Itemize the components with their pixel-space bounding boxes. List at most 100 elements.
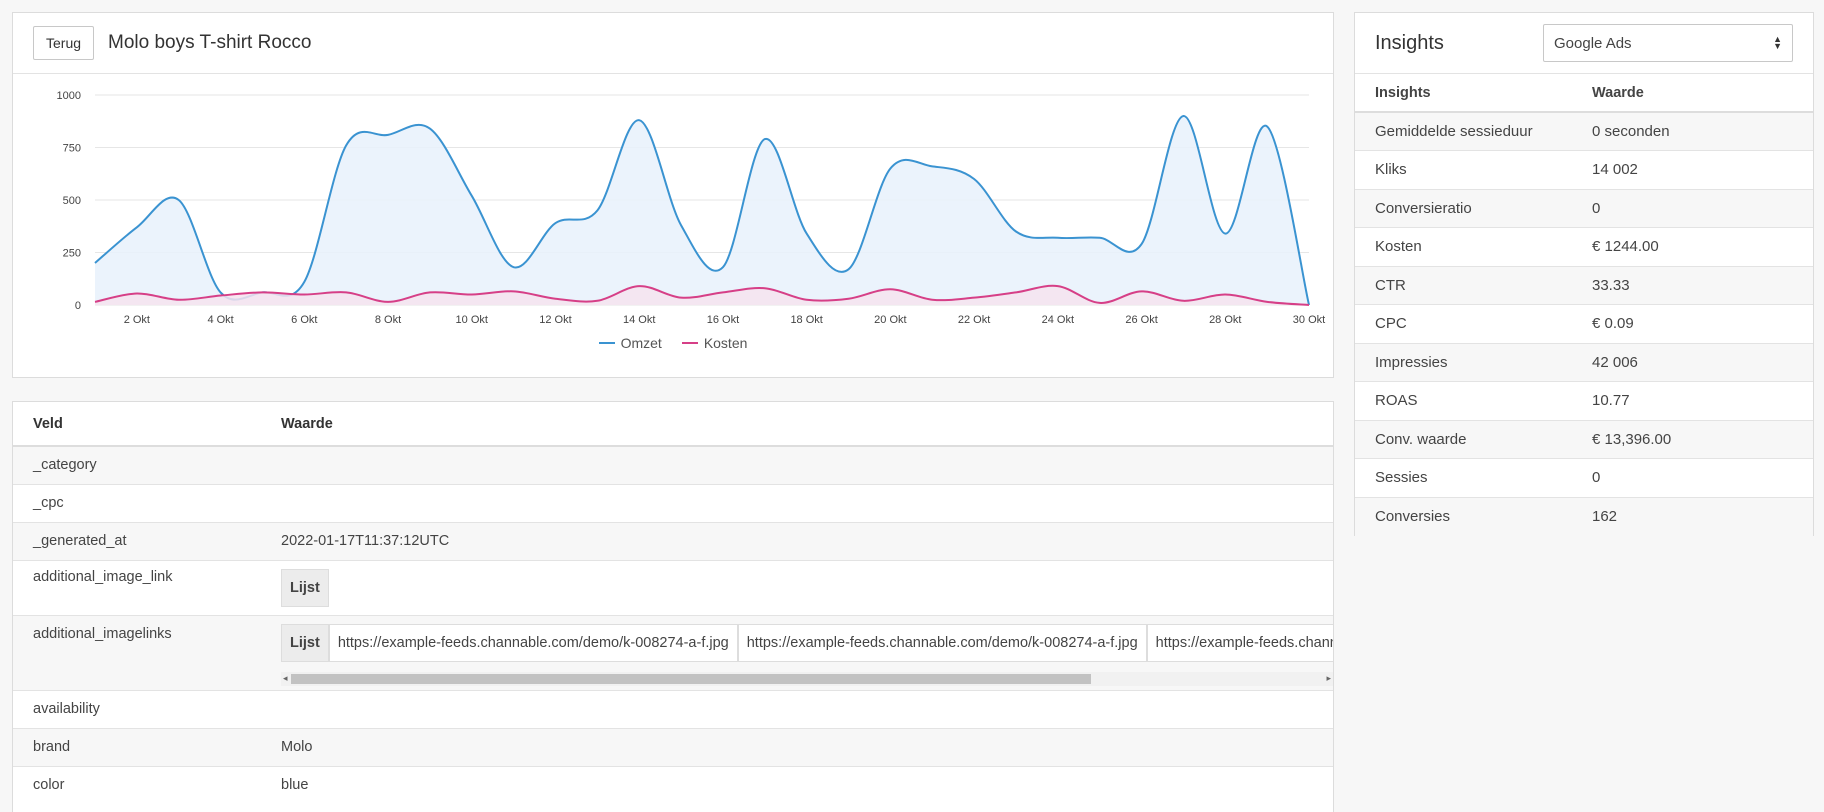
column-header-value: Waarde	[261, 402, 1333, 447]
image-link-cell: https://example-feeds.channable.com/demo…	[1146, 623, 1333, 662]
product-title: Molo boys T-shirt Rocco	[108, 32, 312, 53]
list-label: Lijst	[281, 623, 329, 662]
fields-table: Veld Waarde _category _cpc _generated_at…	[13, 402, 1333, 804]
insight-row: Conversies 162	[1355, 496, 1813, 536]
insights-title: Insights	[1375, 31, 1444, 54]
column-header-field: Veld	[13, 402, 261, 447]
insights-table-header: Insights Waarde	[1355, 74, 1813, 113]
legend-label-omzet: Omzet	[620, 335, 662, 351]
insight-value: 10.77	[1572, 381, 1813, 420]
legend-item-omzet[interactable]: Omzet	[598, 335, 662, 351]
insight-value: € 1244.00	[1572, 227, 1813, 266]
x-tick-label: 30 Okt	[1293, 314, 1325, 325]
field-value: blue	[261, 765, 1333, 804]
insight-value: 0 seconden	[1572, 111, 1813, 151]
field-value: Lijst	[261, 559, 1333, 615]
list-container: Lijst https://example-feeds.channable.co…	[281, 616, 1333, 690]
insight-value: 162	[1572, 496, 1813, 536]
field-name: _category	[13, 445, 261, 484]
y-tick-label: 1000	[57, 90, 81, 102]
insight-value: 0	[1572, 458, 1813, 497]
insight-row: Sessies 0	[1355, 458, 1813, 497]
insight-key: ROAS	[1355, 381, 1572, 420]
insight-value: € 13,396.00	[1572, 419, 1813, 459]
insights-panel: Insights Google Ads ▲ ▼ Insights Waarde G…	[1354, 12, 1814, 536]
list-cells: Lijst	[281, 568, 1313, 607]
y-tick-label: 0	[75, 300, 81, 312]
x-tick-label: 2 Okt	[124, 314, 150, 325]
insights-source-select[interactable]: Google Ads ▲ ▼	[1543, 24, 1793, 62]
insight-value: 0	[1572, 188, 1813, 228]
field-value: Molo	[261, 727, 1333, 766]
insights-table-body: Gemiddelde sessieduur 0 seconden Kliks 14 0…	[1355, 111, 1813, 536]
insight-row: Conv. waarde € 13,396.00	[1355, 419, 1813, 459]
field-value: 2022-01-17T11:37:12UTC	[261, 521, 1333, 560]
x-tick-label: 16 Okt	[707, 314, 739, 325]
x-tick-label: 4 Okt	[207, 314, 233, 325]
insight-value: € 0.09	[1572, 304, 1813, 343]
series-area-omzet	[95, 115, 1309, 305]
insight-row: CTR 33.33	[1355, 265, 1813, 305]
y-tick-label: 250	[63, 248, 81, 260]
table-row: additional_image_link Lijst	[13, 559, 1333, 615]
field-name: brand	[13, 727, 261, 766]
list-cells: Lijst https://example-feeds.channable.co…	[281, 623, 1333, 662]
field-name: color	[13, 765, 261, 804]
legend-label-kosten: Kosten	[703, 335, 748, 351]
table-row: _category	[13, 445, 1333, 484]
insight-key: Kliks	[1355, 150, 1572, 189]
field-value	[261, 445, 1333, 484]
x-tick-label: 12 Okt	[539, 314, 571, 325]
x-tick-label: 26 Okt	[1125, 314, 1157, 325]
table-row: color blue	[13, 765, 1333, 804]
column-header-waarde: Waarde	[1572, 74, 1813, 113]
table-row: _cpc	[13, 483, 1333, 522]
field-value	[261, 689, 1333, 728]
table-row: brand Molo	[13, 727, 1333, 766]
x-tick-label: 22 Okt	[958, 314, 990, 325]
insight-row: Kosten € 1244.00	[1355, 227, 1813, 266]
insight-value: 14 002	[1572, 150, 1813, 189]
y-tick-label: 500	[63, 195, 81, 207]
insight-key: Kosten	[1355, 227, 1572, 266]
table-row: availability	[13, 689, 1333, 728]
back-button[interactable]: Terug	[33, 26, 95, 60]
scroll-left-icon[interactable]: ◂	[283, 673, 288, 684]
image-link-cell: https://example-feeds.channable.com/demo…	[328, 623, 738, 662]
insight-key: Sessies	[1355, 458, 1572, 497]
field-value	[261, 483, 1333, 522]
list-label: Lijst	[281, 568, 329, 607]
field-name: additional_image_link	[13, 559, 261, 615]
x-tick-label: 24 Okt	[1042, 314, 1074, 325]
insight-row: CPC € 0.09	[1355, 304, 1813, 343]
insights-table: Insights Waarde Gemiddelde sessieduur 0 s…	[1355, 74, 1813, 536]
x-tick-label: 28 Okt	[1209, 314, 1241, 325]
column-header-insights: Insights	[1355, 74, 1572, 113]
insight-key: CTR	[1355, 265, 1572, 305]
insight-key: Conversies	[1355, 496, 1572, 536]
insight-row: Gemiddelde sessieduur 0 seconden	[1355, 111, 1813, 151]
insight-row: Kliks 14 002	[1355, 150, 1813, 189]
scrollbar-thumb[interactable]	[291, 673, 1091, 684]
y-tick-label: 750	[63, 143, 81, 155]
fields-panel: Veld Waarde _category _cpc _generated_at…	[12, 401, 1334, 812]
insight-key: Impressies	[1355, 342, 1572, 382]
select-value: Google Ads	[1554, 34, 1632, 52]
table-row: additional_imagelinks Lijst https://exam…	[13, 614, 1333, 690]
image-link-cell: https://example-feeds.channable.com/demo…	[737, 623, 1147, 662]
field-name: _generated_at	[13, 521, 261, 560]
legend-item-kosten[interactable]: Kosten	[681, 335, 748, 351]
field-name: additional_imagelinks	[13, 614, 261, 690]
legend-swatch-kosten	[681, 342, 698, 344]
scroll-right-icon[interactable]: ▸	[1326, 673, 1331, 684]
x-tick-label: 18 Okt	[790, 314, 822, 325]
select-arrows-icon: ▲ ▼	[1773, 34, 1782, 51]
insight-row: ROAS 10.77	[1355, 381, 1813, 420]
field-name: _cpc	[13, 483, 261, 522]
x-tick-label: 10 Okt	[456, 314, 488, 325]
insight-row: Impressies 42 006	[1355, 342, 1813, 382]
list-container: Lijst	[281, 561, 1313, 615]
x-tick-label: 6 Okt	[291, 314, 317, 325]
horizontal-scrollbar[interactable]: ◂ ▸	[281, 671, 1333, 686]
x-tick-label: 20 Okt	[874, 314, 906, 325]
